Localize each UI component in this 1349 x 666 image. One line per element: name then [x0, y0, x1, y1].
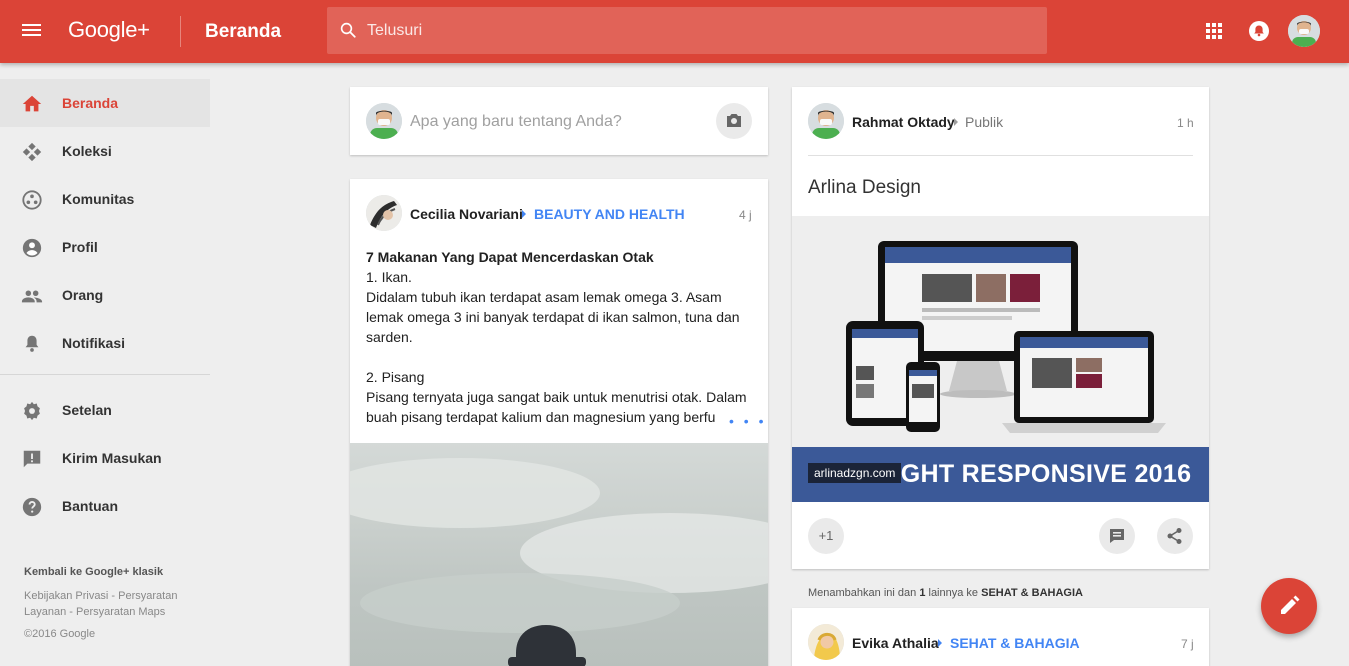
post-community-link[interactable]: SEHAT & BAHAGIA — [950, 635, 1080, 651]
sidebar-item-label: Bantuan — [62, 498, 118, 514]
share-arrow-icon — [954, 118, 958, 126]
post-card: Rahmat Oktady Publik 1 h Arlina Design A… — [792, 87, 1209, 569]
post-author-name[interactable]: Cecilia Novariani — [410, 206, 523, 222]
author-avatar[interactable] — [808, 624, 844, 660]
account-avatar[interactable] — [1288, 15, 1320, 47]
comment-icon — [1110, 529, 1124, 543]
sidebar-item-orang[interactable]: Orang — [0, 271, 210, 319]
people-icon — [21, 290, 43, 303]
note-count: 1 — [919, 587, 926, 599]
communities-icon — [22, 190, 42, 210]
help-icon — [22, 497, 42, 517]
card-divider — [808, 155, 1193, 156]
sidebar-item-setelan[interactable]: Setelan — [0, 386, 210, 434]
sidebar-item-koleksi[interactable]: Koleksi — [0, 127, 210, 175]
post-text: 7 Makanan Yang Dapat Mencerdaskan Otak 1… — [366, 247, 754, 427]
top-app-bar: Google+ Beranda — [0, 0, 1349, 63]
sidebar-item-label: Orang — [62, 287, 104, 303]
classic-google-plus-link[interactable]: Kembali ke Google+ klasik — [24, 566, 163, 578]
sidebar-item-label: Setelan — [62, 402, 112, 418]
sidebar-item-label: Koleksi — [62, 143, 112, 159]
link-preview-image[interactable]: ALLIGHT RESPONSIVE 2016 arlinadzgn.com — [792, 216, 1209, 502]
promo-banner: ALLIGHT RESPONSIVE 2016 arlinadzgn.com — [792, 447, 1209, 502]
post-card: Cecilia Novariani BEAUTY AND HEALTH 4 j … — [350, 179, 768, 666]
read-more-button[interactable]: • • • — [715, 413, 767, 429]
bell-icon — [25, 335, 39, 352]
notifications-bell-icon[interactable] — [1249, 21, 1269, 41]
apps-grid-icon[interactable] — [1206, 23, 1222, 39]
compose-card[interactable]: Apa yang baru tentang Anda? — [350, 87, 768, 155]
post-line: Didalam tubuh ikan terdapat asam lemak o… — [366, 289, 740, 345]
footer-links: Kebijakan Privasi - Persyaratan Layanan … — [24, 590, 178, 618]
share-button[interactable] — [1157, 518, 1193, 554]
sidebar-item-label: Kirim Masukan — [62, 450, 162, 466]
post-line — [366, 347, 754, 367]
privacy-policy-link[interactable]: Kebijakan Privasi — [24, 590, 108, 602]
page-title: Beranda — [205, 21, 282, 42]
new-post-fab[interactable] — [1261, 578, 1317, 634]
post-author-name[interactable]: Evika Athalia — [852, 635, 939, 651]
sidebar-item-label: Profil — [62, 239, 98, 255]
post-title: 7 Makanan Yang Dapat Mencerdaskan Otak — [366, 249, 654, 265]
collection-added-note: Menambahkan ini dan 1 lainnya ke SEHAT &… — [808, 587, 1083, 599]
note-middle: lainnya ke — [928, 587, 979, 599]
maps-terms-link[interactable]: Persyaratan Maps — [76, 606, 165, 618]
sidebar: Beranda Koleksi Komunitas Profil Orang N… — [0, 63, 210, 666]
camera-icon — [727, 114, 741, 127]
header-divider — [180, 16, 181, 47]
link-title[interactable]: Arlina Design — [808, 177, 921, 199]
share-arrow-icon — [938, 639, 942, 647]
sidebar-item-kirim-masukan[interactable]: Kirim Masukan — [0, 434, 210, 482]
user-avatar — [366, 103, 402, 139]
post-author-name[interactable]: Rahmat Oktady — [852, 114, 955, 130]
share-arrow-icon — [522, 210, 526, 218]
sidebar-item-label: Komunitas — [62, 191, 135, 207]
post-timestamp[interactable]: 4 j — [739, 208, 752, 222]
sidebar-item-beranda[interactable]: Beranda — [0, 79, 210, 127]
note-target-collection[interactable]: SEHAT & BAHAGIA — [981, 587, 1083, 599]
collections-icon — [22, 142, 42, 162]
author-avatar[interactable] — [366, 195, 402, 231]
pencil-icon — [1281, 595, 1300, 614]
note-prefix: Menambahkan ini dan — [808, 587, 917, 599]
post-line: Pisang ternyata juga sangat baik untuk m… — [366, 389, 747, 425]
sidebar-item-label: Notifikasi — [62, 335, 126, 351]
google-plus-logo[interactable]: Google+ — [68, 17, 150, 43]
feedback-icon — [23, 450, 41, 468]
compose-prompt[interactable]: Apa yang baru tentang Anda? — [410, 113, 622, 131]
post-line: 1. Ikan. — [366, 269, 412, 285]
post-card: Evika Athalia SEHAT & BAHAGIA 7 j — [792, 608, 1209, 666]
post-timestamp[interactable]: 7 j — [1181, 637, 1194, 651]
gear-icon — [24, 401, 40, 421]
sidebar-item-notifikasi[interactable]: Notifikasi — [0, 319, 210, 367]
sidebar-item-label: Beranda — [62, 95, 119, 111]
post-photo[interactable] — [350, 443, 768, 666]
post-visibility: Publik — [965, 114, 1004, 130]
camera-button[interactable] — [716, 103, 752, 139]
banner-domain: arlinadzgn.com — [808, 463, 902, 483]
sidebar-item-komunitas[interactable]: Komunitas — [0, 175, 210, 223]
search-input[interactable] — [367, 7, 1027, 54]
comment-button[interactable] — [1099, 518, 1135, 554]
profile-icon — [22, 238, 42, 258]
author-avatar[interactable] — [808, 103, 844, 139]
post-line: 2. Pisang — [366, 369, 425, 385]
search-bar[interactable] — [327, 7, 1047, 54]
search-icon — [340, 22, 356, 38]
home-icon — [22, 95, 42, 112]
post-community-link[interactable]: BEAUTY AND HEALTH — [534, 206, 685, 222]
share-icon — [1167, 528, 1182, 544]
plus-one-button[interactable]: +1 — [808, 518, 844, 554]
sidebar-item-profil[interactable]: Profil — [0, 223, 210, 271]
sidebar-item-bantuan[interactable]: Bantuan — [0, 482, 210, 530]
post-timestamp[interactable]: 1 h — [1177, 116, 1194, 130]
sidebar-divider — [0, 374, 210, 375]
menu-icon[interactable] — [18, 21, 46, 43]
copyright: ©2016 Google — [24, 628, 96, 640]
